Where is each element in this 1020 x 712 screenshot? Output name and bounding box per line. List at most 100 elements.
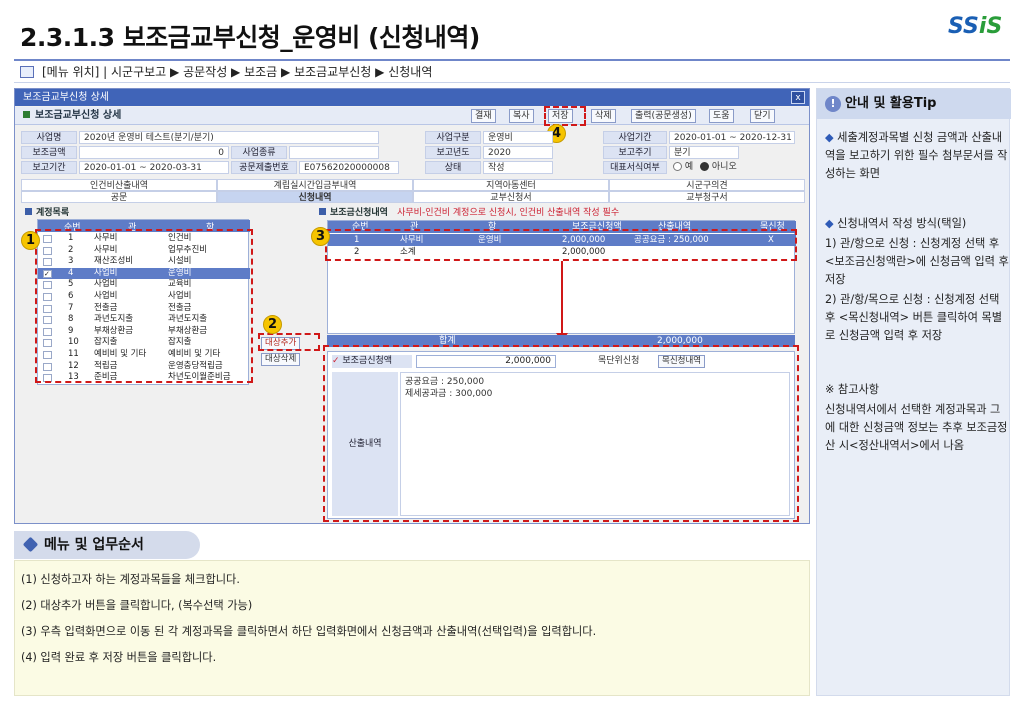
report-cycle-field[interactable]: 분기 bbox=[669, 146, 739, 159]
doc-no-label: 공문제출번호 bbox=[231, 161, 297, 174]
section-bullet-icon bbox=[319, 208, 326, 215]
tip-heading: 안내 및 활용Tip bbox=[845, 96, 937, 111]
doc-no-field[interactable]: E07562020000008 bbox=[299, 161, 399, 174]
logo-suffix: iS bbox=[978, 14, 1003, 39]
biz-period-label: 사업기간 bbox=[603, 131, 667, 144]
app-window: 보조금교부신청 상세 x 보조금교부신청 상세 결재 복사 저장 삭제 출력(공… bbox=[14, 88, 810, 524]
state-field[interactable]: 작성 bbox=[483, 161, 553, 174]
tab-grant-application[interactable]: 교부신청서 bbox=[413, 191, 609, 203]
help-button[interactable]: 도움 bbox=[709, 109, 734, 123]
step-3: (3) 우측 입력화면으로 이동 된 각 계정과목을 클릭하면서 하단 입력화면… bbox=[21, 625, 597, 638]
tab-official-doc[interactable]: 공문 bbox=[21, 191, 217, 203]
menu-location-icon bbox=[20, 65, 34, 78]
marker-3: 3 bbox=[311, 227, 330, 246]
cube-icon bbox=[22, 536, 39, 553]
report-period-label: 보고기간 bbox=[21, 161, 77, 174]
header-bullet-icon bbox=[23, 111, 30, 118]
step-4: (4) 입력 완료 후 저장 버튼을 클릭합니다. bbox=[21, 651, 217, 664]
grant-row-highlight-box bbox=[325, 229, 797, 261]
delete-button[interactable]: 삭제 bbox=[591, 109, 616, 123]
info-icon: ! bbox=[825, 96, 841, 112]
tip-method-title-text: 신청내역서 작성 방식(택일) bbox=[837, 217, 967, 230]
add-button-highlight-box bbox=[258, 333, 320, 351]
close-button[interactable]: 닫기 bbox=[750, 109, 775, 123]
print-button[interactable]: 출력(공문생성) bbox=[631, 109, 696, 123]
copy-button[interactable]: 복사 bbox=[509, 109, 534, 123]
tip-intro: ◆ 세출계정과목별 신청 금액과 산출내역을 보고하기 위한 필수 첨부문서를 … bbox=[825, 129, 1009, 183]
rep-no-radio[interactable] bbox=[700, 162, 710, 171]
personnel-warning: 사무비-인건비 계정으로 신청시, 인건비 산출내역 작성 필수 bbox=[397, 208, 620, 218]
tab-application-detail[interactable]: 신청내역 bbox=[217, 191, 413, 203]
biz-kind-field[interactable] bbox=[289, 146, 379, 159]
sub-amount-label: 보조금액 bbox=[21, 146, 77, 159]
diamond-bullet-icon: ◆ bbox=[825, 217, 838, 230]
biz-type-label: 사업구분 bbox=[425, 131, 481, 144]
breadcrumb-text: [메뉴 위치] | 시군구보고 ▶ 공문작성 ▶ 보조금 ▶ 보조금교부신청 ▶… bbox=[42, 65, 433, 79]
rep-no-label: 아니오 bbox=[711, 162, 737, 172]
biz-name-label: 사업명 bbox=[21, 131, 77, 144]
rep-yes-label: 예 bbox=[684, 162, 694, 172]
tip-method-title: ◆ 신청내역서 작성 방식(택일) bbox=[825, 215, 1009, 233]
marker-2: 2 bbox=[263, 315, 282, 334]
remove-target-label: 대상삭제 bbox=[265, 354, 297, 364]
tip-intro-text: 세출계정과목별 신청 금액과 산출내역을 보고하기 위한 필수 첨부문서를 작성… bbox=[825, 131, 1008, 180]
window-title: 보조금교부신청 상세 bbox=[23, 92, 109, 103]
close-label: 닫기 bbox=[754, 111, 771, 121]
ssis-logo: SSiS bbox=[948, 14, 1002, 48]
tip-header: ! 안내 및 활용Tip bbox=[817, 89, 1011, 119]
tab-grant-claim[interactable]: 교부청구서 bbox=[609, 191, 805, 203]
biz-name-field[interactable]: 2020년 운영비 테스트(분기/분기) bbox=[79, 131, 379, 144]
rep-doc-label: 대표서식여부 bbox=[603, 161, 667, 174]
grant-application-section: 보조금신청내역 사무비-인건비 계정으로 신청시, 인건비 산출내역 작성 필수 bbox=[319, 205, 619, 218]
logo-prefix: SS bbox=[948, 14, 979, 39]
save-highlight-box bbox=[544, 106, 586, 126]
grant-application-title: 보조금신청내역 bbox=[330, 208, 388, 218]
biz-type-field[interactable]: 운영비 bbox=[483, 131, 553, 144]
biz-period-field[interactable]: 2020-01-01 ~ 2020-12-31 bbox=[669, 131, 795, 144]
input-highlight-box bbox=[323, 345, 799, 522]
flow-arrow-line bbox=[561, 261, 563, 335]
copy-label: 복사 bbox=[513, 111, 530, 121]
rep-doc-radio-group: 예 아니오 bbox=[673, 161, 737, 174]
delete-label: 삭제 bbox=[595, 111, 612, 121]
tab-sigungu-opinion[interactable]: 시군구의견 bbox=[609, 179, 805, 191]
breadcrumb: [메뉴 위치] | 시군구보고 ▶ 공문작성 ▶ 보조금 ▶ 보조금교부신청 ▶… bbox=[14, 59, 1010, 83]
account-highlight-box bbox=[35, 229, 253, 383]
tip-method-2: 2) 관/항/목으로 신청 : 신청계정 선택 후 <목신청내역> 버튼 클릭하… bbox=[825, 293, 1003, 342]
step-2: (2) 대상추가 버튼을 클릭합니다, (복수선택 가능) bbox=[21, 599, 253, 612]
tab-realtime-deposit[interactable]: 계립실시간입금부내역 bbox=[217, 179, 413, 191]
tip-note-title: ※ 참고사항 bbox=[825, 383, 880, 396]
report-year-label: 보고년도 bbox=[425, 146, 481, 159]
tab-child-center[interactable]: 지역아동센터 bbox=[413, 179, 609, 191]
menu-header: 메뉴 및 업무순서 bbox=[14, 531, 200, 559]
approve-label: 결재 bbox=[475, 111, 492, 121]
rep-yes-radio[interactable] bbox=[673, 162, 682, 171]
menu-heading: 메뉴 및 업무순서 bbox=[44, 537, 144, 553]
tip-method-1: 1) 관/항으로 신청 : 신청계정 선택 후 <보조금신청액란>에 신청금액 … bbox=[825, 237, 1009, 286]
marker-1: 1 bbox=[21, 231, 40, 250]
window-titlebar: 보조금교부신청 상세 bbox=[15, 89, 809, 106]
slide-page: { "title":"2.3.1.3 보조금교부신청_운영비 (신청내역)", … bbox=[0, 0, 1020, 712]
tip-panel: ! 안내 및 활용Tip ◆ 세출계정과목별 신청 금액과 산출내역을 보고하기 … bbox=[816, 88, 1011, 696]
sub-amount-field[interactable]: 0 bbox=[79, 146, 229, 159]
remove-target-button[interactable]: 대상삭제 bbox=[261, 353, 301, 366]
section-bullet-icon bbox=[25, 208, 32, 215]
window-close-button[interactable]: x bbox=[791, 91, 805, 104]
biz-kind-label: 사업종류 bbox=[231, 146, 287, 159]
report-cycle-label: 보고주기 bbox=[603, 146, 667, 159]
help-label: 도움 bbox=[713, 111, 730, 121]
window-header-title: 보조금교부신청 상세 bbox=[35, 110, 122, 121]
diamond-bullet-icon: ◆ bbox=[825, 131, 838, 144]
report-period-field[interactable]: 2020-01-01 ~ 2020-03-31 bbox=[79, 161, 229, 174]
tip-note: 신청내역서에서 선택한 계정과목과 그에 대한 신청금액 정보는 추후 보조금정… bbox=[825, 403, 1008, 452]
step-1: (1) 신청하고자 하는 계정과목들을 체크합니다. bbox=[21, 573, 240, 586]
state-label: 상태 bbox=[425, 161, 481, 174]
menu-steps-box: (1) 신청하고자 하는 계정과목들을 체크합니다. (2) 대상추가 버튼을 … bbox=[14, 560, 810, 696]
account-list-section: 계정목록 bbox=[25, 205, 69, 218]
print-label: 출력(공문생성) bbox=[635, 111, 692, 121]
approve-button[interactable]: 결재 bbox=[471, 109, 496, 123]
tab-personnel-calc[interactable]: 인건비산출내역 bbox=[21, 179, 217, 191]
report-year-field[interactable]: 2020 bbox=[483, 146, 553, 159]
account-list-title: 계정목록 bbox=[36, 208, 70, 218]
page-title: 2.3.1.3 보조금교부신청_운영비 (신청내역) bbox=[20, 23, 480, 52]
